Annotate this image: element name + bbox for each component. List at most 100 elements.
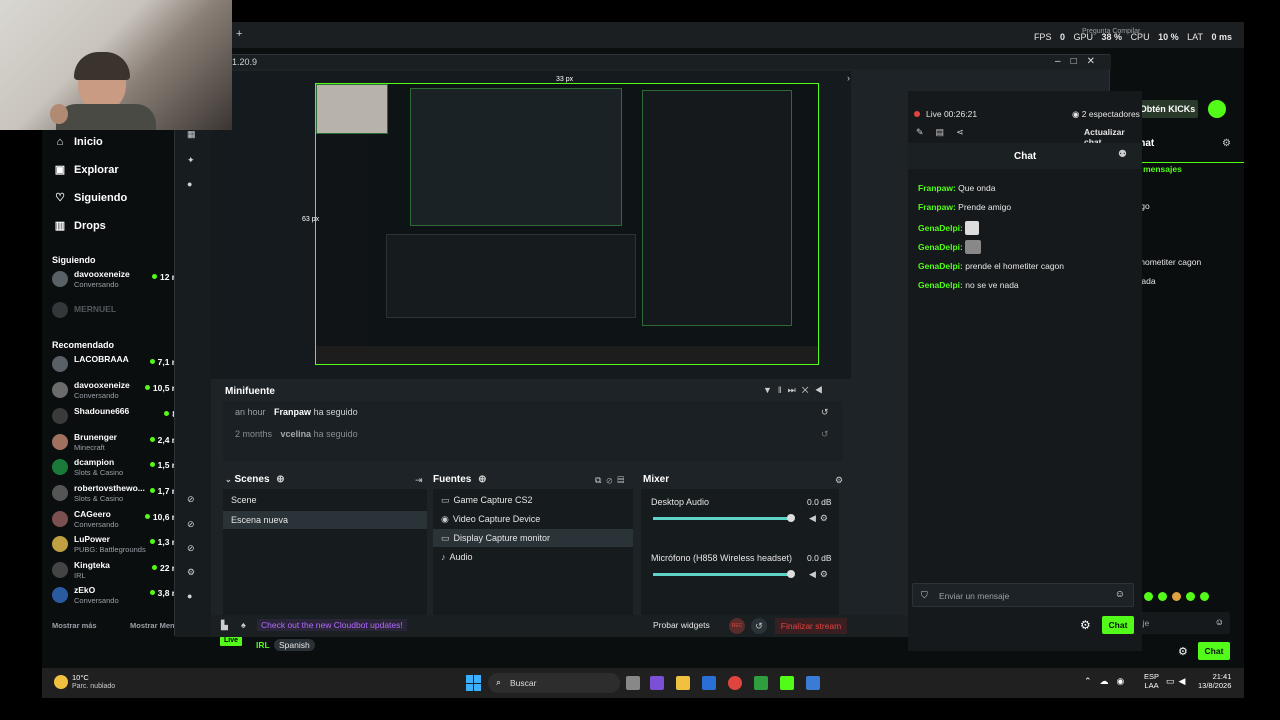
chat-input[interactable]: ⛉ Enviar un mensaje ☺ xyxy=(912,583,1134,607)
scene-icon[interactable]: ▦ xyxy=(187,129,196,140)
tag-spanish[interactable]: Spanish xyxy=(274,639,315,651)
following-channel[interactable]: MERNUEL xyxy=(52,300,177,324)
plugin-icon[interactable]: ✦ xyxy=(187,155,195,166)
show-more-link[interactable]: Mostrar más xyxy=(52,621,97,630)
scene-transition-icon[interactable]: ⇥ xyxy=(415,475,423,486)
tag-irl[interactable]: IRL xyxy=(256,640,270,650)
chevron-down-icon[interactable]: ⌄ xyxy=(225,475,232,484)
close-icon[interactable]: ✕ xyxy=(1087,56,1105,67)
emoji-icon[interactable]: ☺ xyxy=(1215,617,1224,627)
right-chat-send-button[interactable]: Chat xyxy=(1198,642,1230,660)
recommended-channel[interactable]: Kingteka IRL 22 n xyxy=(52,560,177,584)
recommended-channel[interactable]: Shadoune6668 xyxy=(52,406,177,430)
recommended-channel[interactable]: dcampion Slots & Casino 1,5 n xyxy=(52,457,177,481)
taskview-icon[interactable] xyxy=(626,676,640,690)
user-icon[interactable]: ● xyxy=(187,591,192,601)
new-tab-icon[interactable]: + xyxy=(236,28,242,40)
recommended-channel[interactable]: CAGeero Conversando 10,6 n xyxy=(52,509,177,533)
language-indicator[interactable]: ESP LAA xyxy=(1144,672,1159,690)
user-settings-icon[interactable]: ⚙ xyxy=(1222,138,1231,149)
link-icon[interactable]: ⊘ xyxy=(187,519,195,530)
source-item[interactable]: ▭ Game Capture CS2 xyxy=(433,491,633,509)
windows-start-icon[interactable] xyxy=(466,675,482,691)
replay-buffer-icon[interactable]: ↺ xyxy=(751,618,767,634)
share-icon[interactable]: ⋖ xyxy=(956,127,976,137)
edit-icon[interactable]: ✎ xyxy=(916,127,936,137)
chat-username[interactable]: GenaDelpi: xyxy=(918,261,963,271)
user-avatar[interactable] xyxy=(1208,100,1226,118)
folder-icon[interactable]: ▤ xyxy=(617,475,629,485)
link-icon[interactable]: ⊘ xyxy=(187,543,195,554)
stats-icon[interactable]: ▙ xyxy=(221,620,228,631)
nav-drops[interactable]: ▥ Drops xyxy=(54,220,106,232)
network-volume-icons[interactable]: ▭◀ xyxy=(1166,676,1189,687)
settings-icon[interactable]: ⚙ xyxy=(1178,645,1188,658)
copy-icon[interactable]: ⧉ xyxy=(595,475,606,485)
recommended-channel[interactable]: robertovsthewo... Slots & Casino 1,7 n xyxy=(52,483,177,507)
volume-slider[interactable] xyxy=(653,514,795,522)
gear-icon[interactable]: ⚙ xyxy=(820,569,832,579)
users-icon[interactable]: ⚉ xyxy=(1118,149,1127,160)
weather-icon[interactable] xyxy=(54,675,68,689)
chat-username[interactable]: GenaDelpi: xyxy=(918,223,963,233)
xbox-icon[interactable] xyxy=(754,676,768,690)
skip-icon[interactable]: ⏭ xyxy=(788,385,802,395)
volume-handle[interactable] xyxy=(787,570,795,578)
minimize-icon[interactable]: – xyxy=(1055,56,1071,67)
source-item[interactable]: ◉ Video Capture Device xyxy=(433,510,633,528)
chat-username[interactable]: GenaDelpi: xyxy=(918,280,963,290)
folder-icon[interactable] xyxy=(676,676,690,690)
replay-icon[interactable]: ↺ xyxy=(821,407,829,418)
gear-icon[interactable]: ⚙ xyxy=(187,567,195,578)
nav-explorar[interactable]: ▣ Explorar xyxy=(54,164,119,176)
chevron-right-icon[interactable]: › xyxy=(847,73,850,83)
teams-icon[interactable] xyxy=(650,676,664,690)
volume-handle[interactable] xyxy=(787,514,795,522)
mail-icon[interactable] xyxy=(702,676,716,690)
source-item-selected[interactable]: ▭ Display Capture monitor xyxy=(433,529,633,547)
show-less-link[interactable]: Mostrar Men xyxy=(130,621,175,630)
chat-settings-icon[interactable]: ⚙ xyxy=(1080,618,1091,632)
emote-icon[interactable] xyxy=(1186,592,1195,601)
end-stream-button[interactable]: Finalizar stream xyxy=(775,618,847,634)
chat-send-button[interactable]: Chat xyxy=(1102,616,1134,634)
nav-siguiendo[interactable]: ♡ Siguiendo xyxy=(54,192,127,204)
chat-username[interactable]: GenaDelpi: xyxy=(918,242,963,252)
following-channel[interactable]: davooxeneize Conversando 12 n xyxy=(52,269,177,293)
chat-username[interactable]: Franpaw: xyxy=(918,183,956,193)
test-widgets-label[interactable]: Probar widgets xyxy=(653,620,710,630)
recommended-channel[interactable]: LuPower PUBG: Battlegrounds 1,3 n xyxy=(52,534,177,558)
replay-icon[interactable]: ↺ xyxy=(821,429,829,440)
speaker-icon[interactable]: ◀ xyxy=(809,513,820,523)
clipboard-icon[interactable]: ▤ xyxy=(936,127,957,137)
nav-inicio[interactable]: ⌂ Inicio xyxy=(54,136,103,148)
recommended-channel[interactable]: LACOBRAAA 7,1 n xyxy=(52,354,177,378)
cloudbot-notice[interactable]: Check out the new Cloudbot updates! xyxy=(257,619,407,631)
chrome-icon[interactable] xyxy=(728,676,742,690)
system-tray-icons[interactable]: ⌃☁◉ xyxy=(1084,676,1132,687)
mixer-settings-icon[interactable]: ⚙ xyxy=(835,475,843,486)
record-icon[interactable]: ● xyxy=(187,179,192,189)
taskbar-search[interactable]: ⌕ Buscar xyxy=(488,673,620,693)
recommended-channel[interactable]: davooxeneize Conversando 10,5 n xyxy=(52,380,177,404)
bell-icon[interactable]: ♠ xyxy=(241,620,246,630)
emote-icon[interactable] xyxy=(1172,592,1181,601)
emote-icon[interactable] xyxy=(1144,592,1153,601)
scene-item[interactable]: Scene xyxy=(223,491,427,509)
weather-temp[interactable]: 10°C xyxy=(72,673,89,682)
scene-item-selected[interactable]: Escena nueva xyxy=(223,511,427,529)
chat-username[interactable]: Franpaw: xyxy=(918,202,956,212)
emote-icon[interactable] xyxy=(1158,592,1167,601)
gear-icon[interactable]: ⚙ xyxy=(820,513,832,523)
source-item[interactable]: ♪ Audio xyxy=(433,548,633,566)
volume-icon[interactable]: ◀ xyxy=(815,385,829,395)
maximize-icon[interactable]: □ xyxy=(1071,56,1087,67)
mute-icon[interactable]: ✕ xyxy=(802,385,815,395)
weather-desc[interactable]: Parc. nublado xyxy=(72,683,115,690)
add-scene-icon[interactable]: ⊕ xyxy=(276,474,284,485)
speaker-icon[interactable]: ◀ xyxy=(809,569,820,579)
link-icon[interactable]: ⊘ xyxy=(187,494,195,505)
kick-icon[interactable] xyxy=(780,676,794,690)
link-icon[interactable]: ⊘ xyxy=(606,475,617,485)
add-source-icon[interactable]: ⊕ xyxy=(478,474,486,485)
